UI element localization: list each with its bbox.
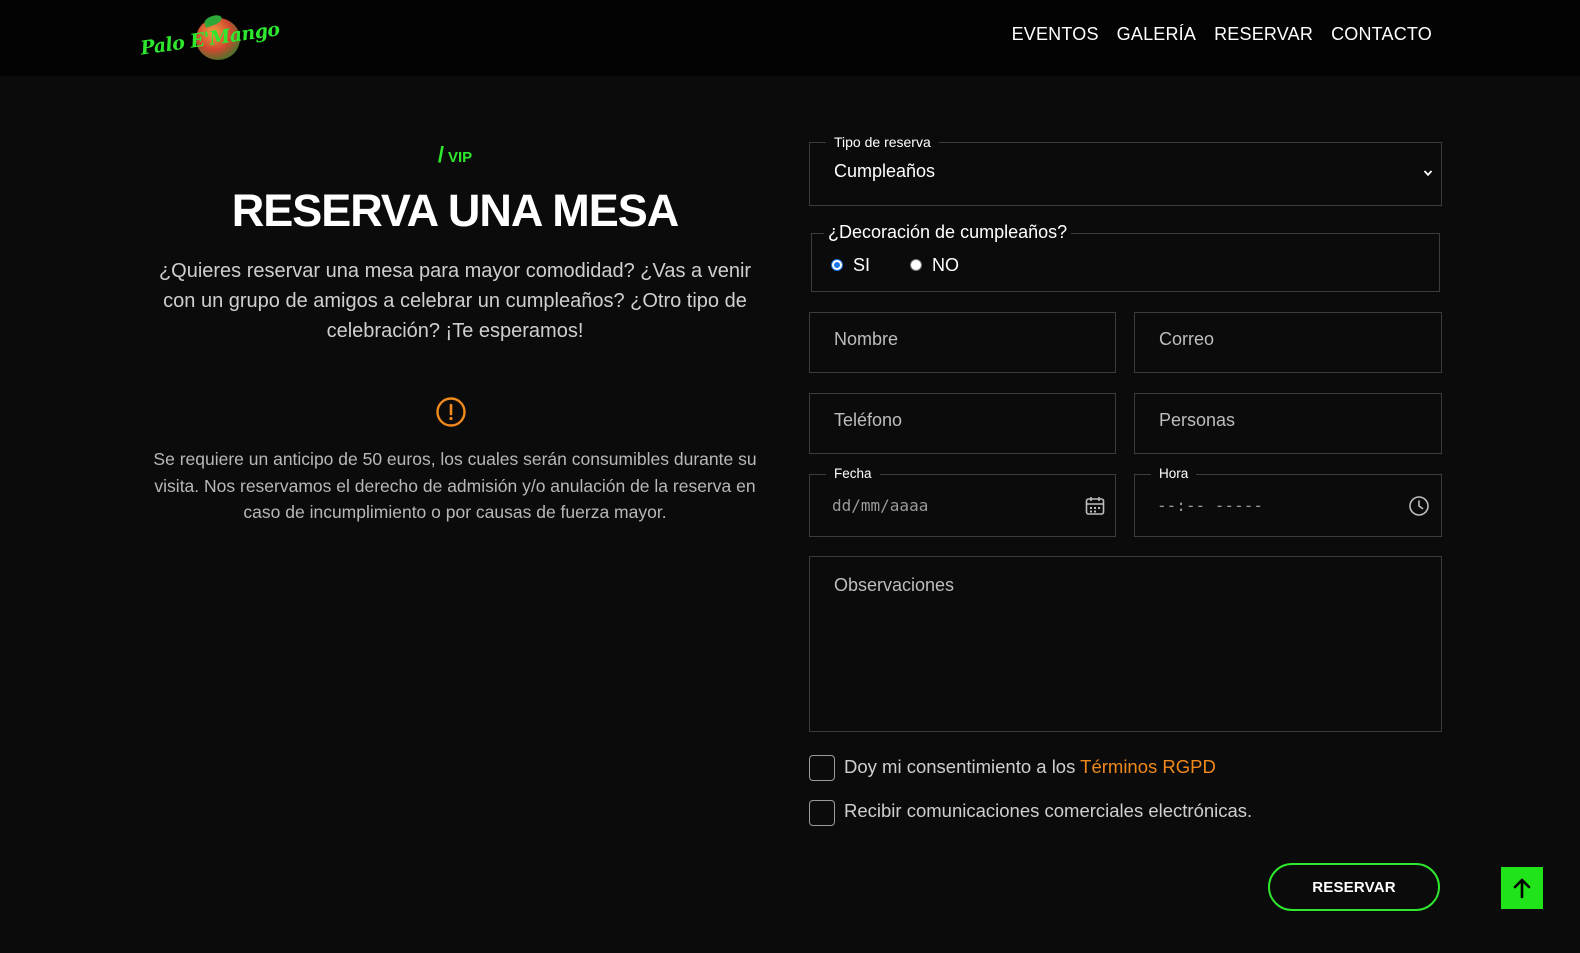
marketing-checkbox[interactable] xyxy=(809,800,835,826)
time-field[interactable]: Hora --:-- ----- xyxy=(1134,466,1442,537)
arrow-up-icon xyxy=(1513,878,1531,899)
calendar-icon[interactable] xyxy=(1084,495,1106,517)
people-field[interactable]: Personas xyxy=(1134,393,1442,454)
time-placeholder: --:-- ----- xyxy=(1157,496,1263,515)
notes-textarea[interactable]: Observaciones xyxy=(809,556,1442,732)
page-title: RESERVA UNA MESA xyxy=(231,185,680,236)
reservation-type-legend: Tipo de reserva xyxy=(826,134,939,150)
nav-item-eventos[interactable]: EVENTOS xyxy=(1012,24,1099,45)
alert-circle-icon xyxy=(436,397,466,427)
deposit-notice: Se requiere un anticipo de 50 euros, los… xyxy=(153,449,757,522)
decoration-fieldset: ¿Decoración de cumpleaños? SI NO xyxy=(811,222,1440,292)
decoration-yes-label: SI xyxy=(853,255,871,275)
scroll-to-top-button[interactable] xyxy=(1501,867,1543,909)
nav-item-reservar[interactable]: RESERVAR xyxy=(1214,24,1313,45)
section-kicker: / VIP xyxy=(140,142,770,168)
decoration-yes-radio[interactable] xyxy=(831,259,843,271)
reservation-type-value: Cumpleaños xyxy=(834,161,936,181)
email-field[interactable]: Correo xyxy=(1134,312,1442,373)
decoration-no-radio[interactable] xyxy=(910,259,922,271)
nav-item-galeria[interactable]: GALERÍA xyxy=(1117,24,1196,45)
logo[interactable]: Palo E'Mango xyxy=(139,13,281,62)
marketing-label: Recibir comunicaciones comerciales elect… xyxy=(844,800,1253,821)
chevron-down-icon xyxy=(1423,170,1433,177)
kicker-slash: / xyxy=(437,142,444,167)
phone-field[interactable]: Teléfono xyxy=(809,393,1116,454)
date-placeholder: dd/mm/aaaa xyxy=(832,496,929,515)
reservation-type-select[interactable]: Tipo de reserva Cumpleaños xyxy=(809,134,1442,206)
clock-icon[interactable] xyxy=(1408,495,1430,517)
phone-placeholder: Teléfono xyxy=(834,410,903,430)
top-navbar: Palo E'Mango EVENTOS GALERÍA RESERVAR CO… xyxy=(0,0,1580,76)
people-placeholder: Personas xyxy=(1159,410,1236,430)
email-placeholder: Correo xyxy=(1159,329,1215,349)
notes-placeholder: Observaciones xyxy=(834,575,955,595)
name-field[interactable]: Nombre xyxy=(809,312,1116,373)
reserve-button[interactable]: RESERVAR xyxy=(1268,863,1440,911)
consent-text: Doy mi consentimiento a los xyxy=(844,756,1081,777)
rgpd-terms-link[interactable]: Términos RGPD xyxy=(1080,756,1216,777)
time-legend: Hora xyxy=(1151,466,1197,481)
main-nav: EVENTOS GALERÍA RESERVAR CONTACTO xyxy=(1012,24,1432,45)
date-legend: Fecha xyxy=(826,466,880,481)
date-field[interactable]: Fecha dd/mm/aaaa xyxy=(809,466,1116,537)
decoration-no-label: NO xyxy=(932,255,959,275)
consent-label: Doy mi consentimiento a los Términos RGP… xyxy=(844,756,1216,778)
intro-text: ¿Quieres reservar una mesa para mayor co… xyxy=(158,260,752,342)
kicker-label: VIP xyxy=(447,149,473,166)
decoration-legend: ¿Decoración de cumpleaños? xyxy=(824,222,1072,243)
consent-checkbox[interactable] xyxy=(809,755,835,781)
name-placeholder: Nombre xyxy=(834,329,899,349)
nav-item-contacto[interactable]: CONTACTO xyxy=(1331,24,1432,45)
